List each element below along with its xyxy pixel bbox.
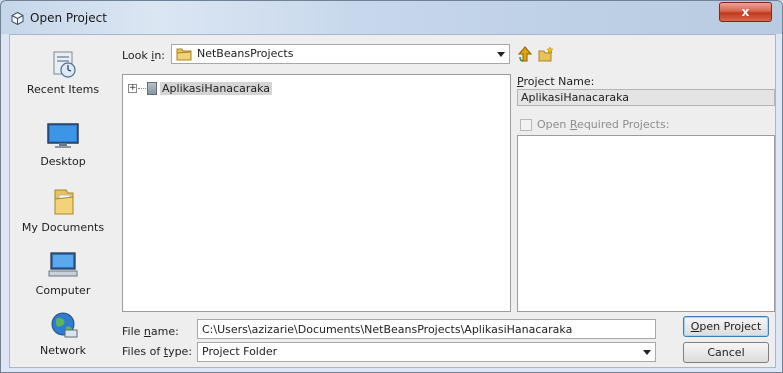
tree-item-label: AplikasiHanacaraka [160,82,273,95]
place-recent-items[interactable]: Recent Items [10,49,116,96]
open-project-button[interactable]: Open Project [683,316,769,337]
up-one-level-icon[interactable] [517,46,533,62]
project-icon [147,82,157,95]
place-label: Network [40,344,86,357]
network-icon [51,312,78,338]
open-required-label: Open Required Projects: [537,118,670,131]
look-in-value: NetBeansProjects [197,47,294,60]
file-name-label: File name: [122,325,179,338]
chevron-down-icon [643,350,651,355]
cancel-button[interactable]: Cancel [683,342,769,363]
my-documents-icon [54,189,74,215]
look-in-label: Look in: [122,49,166,62]
place-label: Computer [35,284,91,297]
file-type-label: Files of type: [122,345,193,358]
file-type-dropdown[interactable]: Project Folder [197,342,656,362]
look-in-dropdown[interactable]: NetBeansProjects [171,44,510,64]
place-network[interactable]: Network [10,310,116,357]
place-my-documents[interactable]: My Documents [10,187,116,234]
open-project-dialog: Open Project x Recent Items Desktop My D… [0,0,783,373]
close-button[interactable]: x [719,2,772,22]
title-bar[interactable]: Open Project x [1,1,782,34]
chevron-down-icon [497,52,505,57]
places-bar: Recent Items Desktop My Documents Comput… [10,35,116,367]
place-computer[interactable]: Computer [10,250,116,297]
required-projects-list[interactable] [517,135,775,312]
recent-items-icon [53,51,76,78]
place-label: Recent Items [26,83,100,96]
project-name-field: AplikasiHanacaraka [517,89,775,106]
tree-connector [138,88,146,89]
open-required-checkbox[interactable] [520,119,532,131]
computer-icon [48,252,78,277]
folder-icon [176,48,192,61]
place-label: My Documents [21,221,105,234]
window-title: Open Project [30,11,107,25]
project-name-label: Project Name: [517,75,595,88]
file-list[interactable]: + AplikasiHanacaraka [122,74,511,312]
place-label: Desktop [40,155,86,168]
desktop-icon [47,123,79,148]
file-type-value: Project Folder [202,345,278,358]
expand-icon[interactable]: + [128,84,137,93]
place-desktop[interactable]: Desktop [10,121,116,168]
dialog-body: Recent Items Desktop My Documents Comput… [9,34,776,368]
new-folder-icon[interactable] [538,46,554,62]
file-name-input[interactable]: C:\Users\azizarie\Documents\NetBeansProj… [197,319,656,339]
close-icon: x [741,5,750,19]
netbeans-cube-icon [11,12,24,25]
